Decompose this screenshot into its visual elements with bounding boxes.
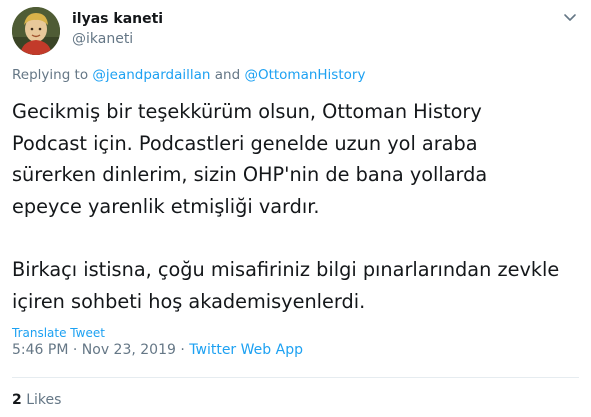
tweet-date[interactable]: Nov 23, 2019 — [82, 342, 176, 358]
reply-user-link-2[interactable]: @OttomanHistory — [244, 67, 365, 83]
meta-separator: · — [72, 342, 78, 358]
tweet-menu-button[interactable] — [563, 13, 577, 23]
tweet-source-app[interactable]: Twitter Web App — [189, 342, 303, 358]
chevron-down-icon — [564, 14, 576, 21]
tweet-text: Gecikmiş bir teşekkürüm olsun, Ottoman H… — [12, 100, 560, 313]
reply-prefix: Replying to — [12, 67, 89, 83]
reply-conjunction: and — [214, 67, 241, 83]
divider — [12, 377, 579, 378]
likes-count: 2 — [12, 392, 22, 408]
tweet-time[interactable]: 5:46 PM — [12, 342, 68, 358]
meta-separator: · — [180, 342, 185, 358]
tweet-metadata: 5:46 PM · Nov 23, 2019 · Twitter Web App — [12, 342, 303, 358]
author-name[interactable]: ilyas kaneti — [72, 11, 163, 27]
translate-tweet-link[interactable]: Translate Tweet — [12, 326, 105, 340]
profile-photo-icon — [12, 7, 60, 55]
avatar[interactable] — [12, 7, 60, 55]
reply-user-link-1[interactable]: @jeandpardaillan — [92, 67, 210, 83]
likes-label: Likes — [26, 392, 62, 408]
author-handle[interactable]: @ikaneti — [72, 31, 133, 47]
reply-context: Replying to @jeandpardaillan and @Ottoma… — [12, 67, 365, 83]
likes-link[interactable]: 2 Likes — [12, 392, 61, 408]
